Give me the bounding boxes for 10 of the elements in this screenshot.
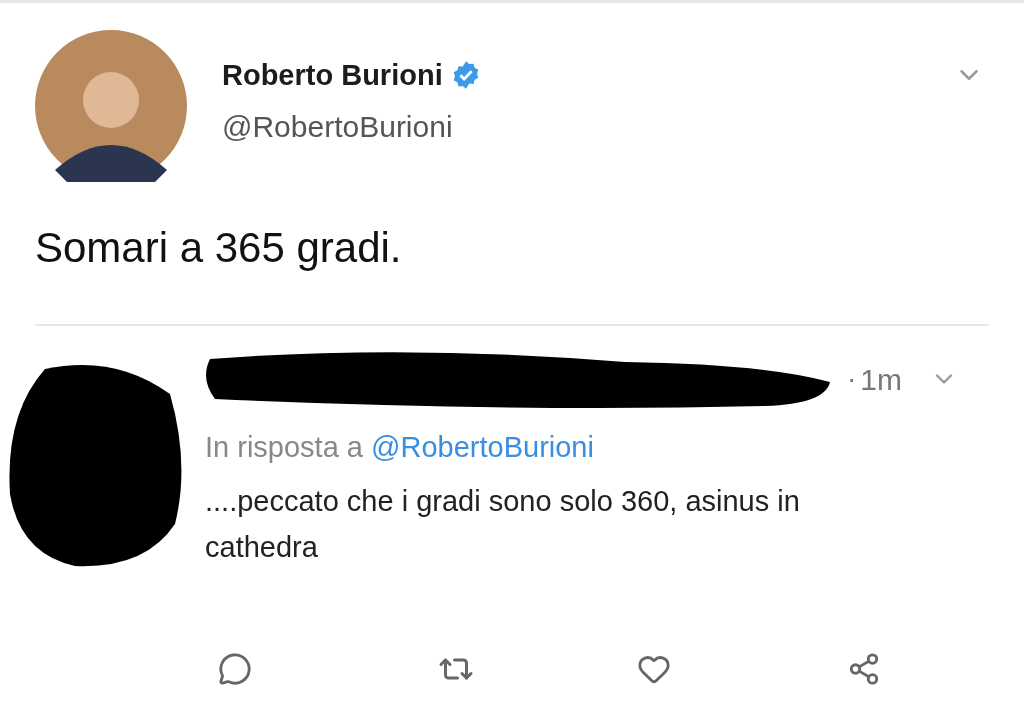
reply-text: ....peccato che i gradi sono solo 360, asinus in cathedra [205,483,801,565]
mention-link[interactable]: @RobertoBurioni [371,431,594,463]
share-icon[interactable] [847,652,881,686]
reply-context: In risposta a @RobertoBurioni [205,430,595,465]
reply-time: 1m [860,361,902,398]
tweet-text: Somari a 365 gradi. [34,227,403,269]
author-handle: @RobertoBurioni [222,112,454,142]
separator-dot: · [847,362,857,396]
reply-icon[interactable] [218,652,252,686]
author-name: Roberto Burioni [222,60,443,90]
